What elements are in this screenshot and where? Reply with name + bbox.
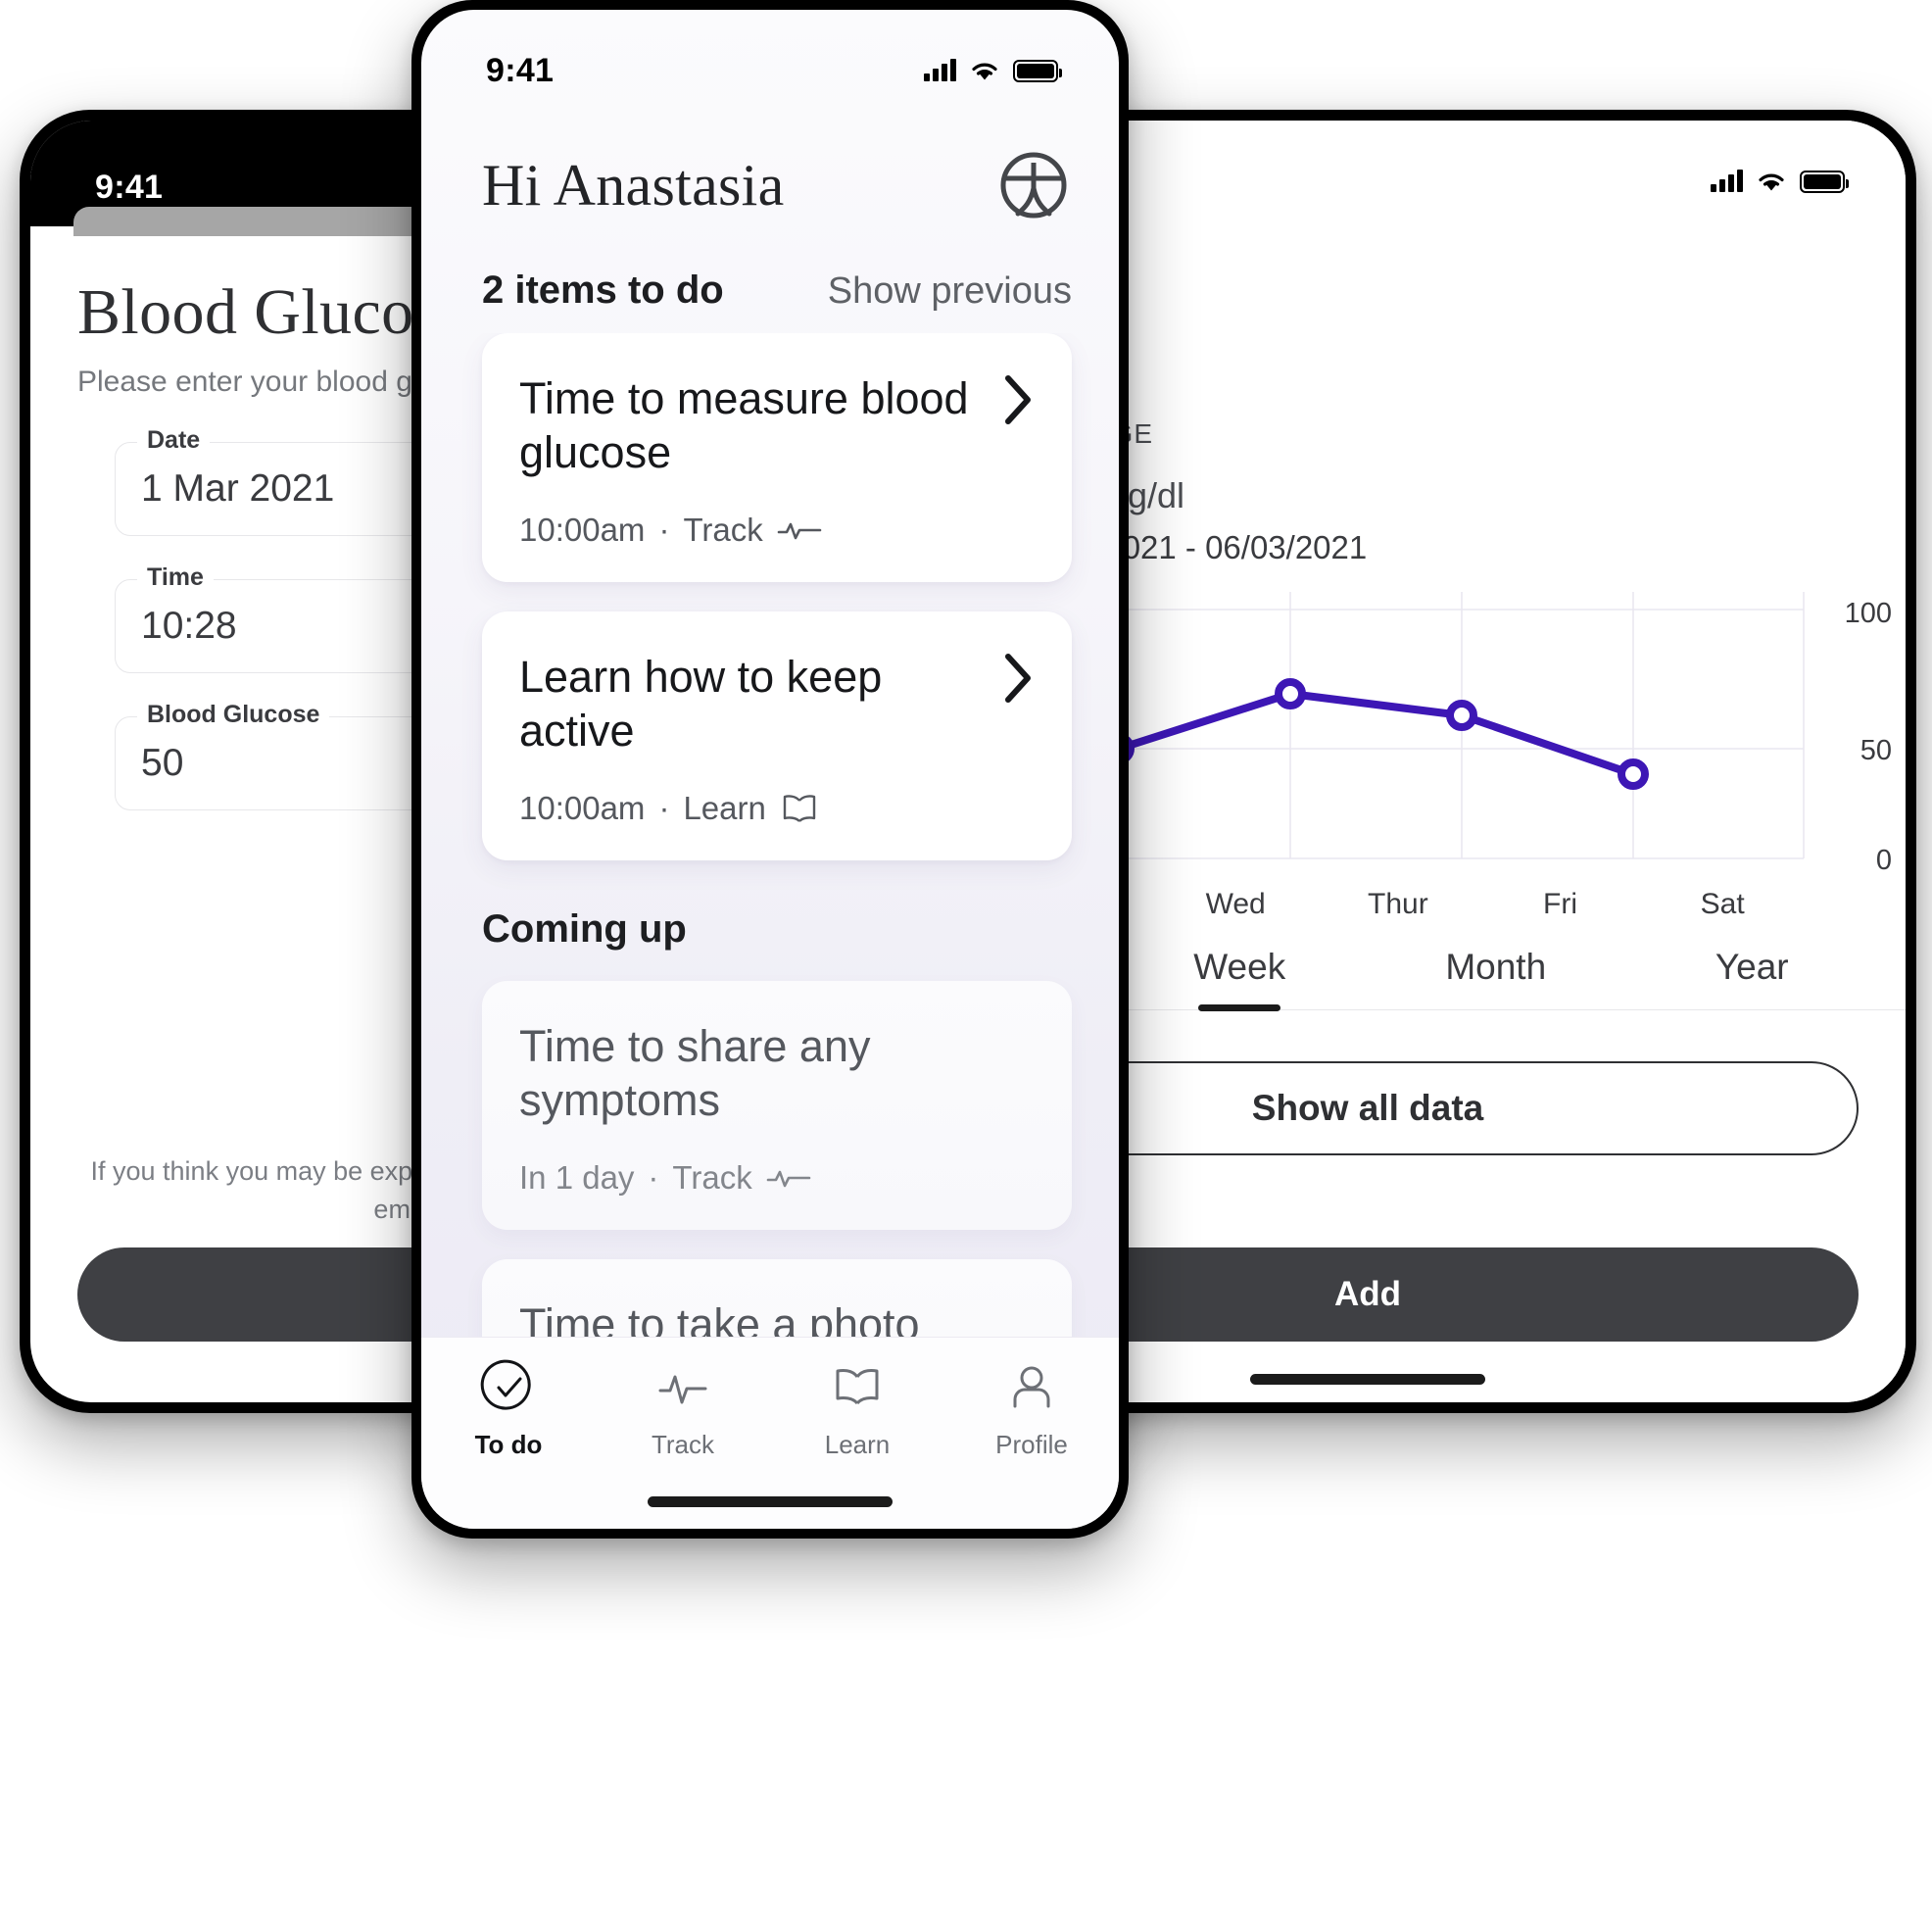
chart-point-fri — [1618, 758, 1649, 790]
wifi-icon — [1759, 173, 1784, 191]
coming-up-card-meta: In 1 day · Track — [519, 1159, 1035, 1197]
tab-label-profile: Profile — [995, 1430, 1068, 1459]
todo-card-title: Learn how to keep active — [519, 652, 883, 756]
chart-data-points — [1103, 677, 1649, 790]
items-to-do-count: 2 items to do — [482, 269, 724, 312]
wifi-icon — [972, 63, 997, 80]
x-label-wed: Wed — [1205, 887, 1266, 920]
person-icon — [1013, 1366, 1050, 1408]
center-status-time: 9:41 — [486, 51, 555, 89]
date-field-label: Date — [137, 426, 211, 455]
chevron-right-icon[interactable] — [1003, 653, 1033, 704]
coming-up-card-type: Track — [672, 1159, 752, 1196]
tab-profile[interactable]: Profile — [944, 1359, 1119, 1460]
home-indicator-center — [648, 1496, 893, 1507]
cellular-signal-icon — [1711, 170, 1743, 192]
x-label-sat: Sat — [1700, 887, 1745, 920]
period-tab-week[interactable]: Week — [1112, 937, 1369, 1009]
tab-label-track: Track — [651, 1430, 715, 1459]
coming-up-card-title: Time to take a photo — [519, 1299, 920, 1337]
period-tab-month[interactable]: Month — [1368, 937, 1624, 1009]
blood-glucose-field-label: Blood Glucose — [137, 701, 330, 729]
tab-label-to-do: To do — [474, 1430, 543, 1459]
todo-card-type: Learn — [683, 790, 766, 826]
greeting-text: Hi Anastasia — [482, 152, 785, 218]
coming-up-card-photo[interactable]: Time to take a photo — [482, 1259, 1072, 1337]
pulse-icon — [777, 522, 822, 540]
time-field-value: 10:28 — [141, 605, 237, 647]
todo-header-row: 2 items to do Show previous — [421, 223, 1119, 313]
center-status-bar: 9:41 — [421, 10, 1119, 104]
coming-up-card-title: Time to share any symptoms — [519, 1021, 871, 1125]
x-label-fri: Fri — [1543, 887, 1578, 920]
pulse-icon — [766, 1170, 811, 1188]
chevron-right-icon[interactable] — [1003, 374, 1033, 425]
greeting-row: Hi Anastasia — [421, 104, 1119, 223]
coming-up-card-symptoms[interactable]: Time to share any symptoms In 1 day · Tr… — [482, 981, 1072, 1230]
y-tick-0: 0 — [1875, 844, 1892, 876]
todo-card-title: Time to measure blood glucose — [519, 373, 969, 477]
todo-scroll-area[interactable]: Time to measure blood glucose 10:00am · … — [421, 333, 1119, 1337]
meta-separator: · — [658, 790, 670, 826]
todo-card-time: 10:00am — [519, 790, 646, 826]
brand-circle-figure-icon[interactable] — [995, 147, 1072, 223]
meta-separator: · — [648, 1159, 659, 1196]
todo-card-time: 10:00am — [519, 512, 646, 548]
screenshot-stage: 9:41 Blood Glucose Please enter your blo… — [0, 0, 1932, 1907]
pulse-icon — [658, 1375, 707, 1404]
todo-card-type: Track — [683, 512, 763, 548]
coming-up-heading: Coming up — [482, 907, 687, 951]
date-field-value: 1 Mar 2021 — [141, 467, 335, 510]
book-icon — [836, 1369, 879, 1405]
right-status-icons — [1711, 169, 1849, 194]
x-label-thur: Thur — [1368, 887, 1428, 920]
tab-to-do[interactable]: To do — [421, 1359, 596, 1460]
todo-card-meta: 10:00am · Track — [519, 512, 1035, 549]
center-phone-screen: 9:41 Hi Anastasia 2 items to do Show pre… — [421, 10, 1119, 1529]
battery-icon — [1013, 59, 1062, 82]
period-tab-year[interactable]: Year — [1624, 937, 1881, 1009]
tab-track[interactable]: Track — [596, 1359, 770, 1460]
y-tick-100: 100 — [1844, 597, 1892, 629]
todo-card-measure-glucose[interactable]: Time to measure blood glucose 10:00am · … — [482, 333, 1072, 582]
meta-separator: · — [658, 512, 670, 548]
blood-glucose-field-value: 50 — [141, 742, 184, 784]
tab-learn[interactable]: Learn — [770, 1359, 944, 1460]
center-phone-mockup: 9:41 Hi Anastasia 2 items to do Show pre… — [411, 0, 1129, 1539]
todo-card-meta: 10:00am · Learn — [519, 790, 1035, 827]
chart-point-wed — [1275, 677, 1306, 709]
time-field-label: Time — [137, 563, 214, 592]
tab-label-learn: Learn — [824, 1430, 891, 1459]
todo-page: 9:41 Hi Anastasia 2 items to do Show pre… — [421, 10, 1119, 1529]
battery-icon — [1800, 170, 1849, 193]
home-indicator-right — [1250, 1374, 1485, 1385]
left-status-time: 9:41 — [95, 168, 164, 206]
show-previous-link[interactable]: Show previous — [828, 270, 1072, 313]
cellular-signal-icon — [924, 59, 956, 81]
y-tick-50: 50 — [1860, 734, 1892, 766]
coming-up-card-time: In 1 day — [519, 1159, 635, 1196]
center-status-icons — [924, 58, 1062, 83]
chart-point-thur — [1446, 699, 1477, 731]
todo-card-keep-active[interactable]: Learn how to keep active 10:00am · Learn — [482, 611, 1072, 860]
check-circle-icon — [480, 1359, 531, 1410]
book-icon — [783, 795, 816, 822]
